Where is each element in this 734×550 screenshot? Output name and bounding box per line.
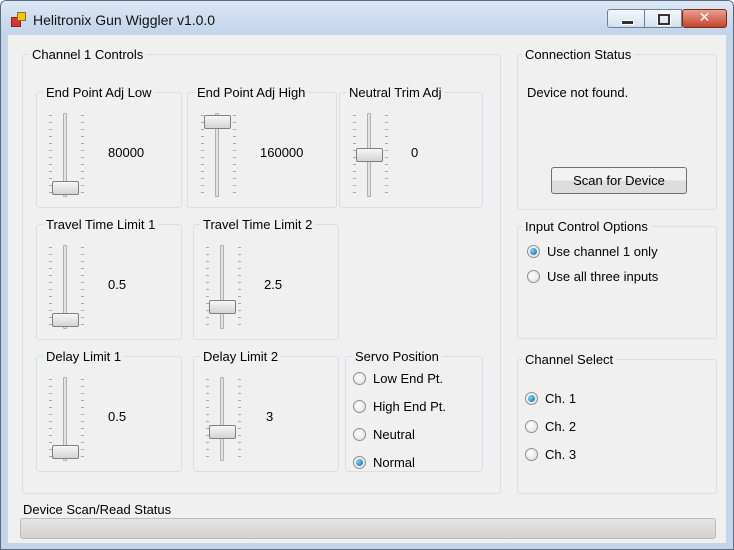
radio-label: Normal [373,455,415,470]
end-point-low-group: End Point Adj Low 80000 [36,85,182,208]
slider-value: 0.5 [108,277,127,292]
travel-time-2-group: Travel Time Limit 2 2.5 [193,217,339,340]
slider-label: Delay Limit 1 [43,349,125,364]
slider-value: 3 [266,409,274,424]
tick-marks [206,247,209,327]
connection-message: Device not found. [527,85,629,100]
delay-1-group: Delay Limit 1 0.5 [36,349,182,472]
radio-button[interactable] [353,372,366,385]
maximize-button[interactable] [644,9,682,28]
tick-marks [81,379,84,459]
slider-label: End Point Adj High [194,85,309,100]
slider-track[interactable] [220,245,224,329]
close-icon: ✕ [698,10,711,26]
radio-label: Low End Pt. [373,371,444,386]
slider-value: 2.5 [264,277,283,292]
scan-for-device-button[interactable]: Scan for Device [551,167,687,194]
slider-track[interactable] [220,377,224,461]
client-area: Channel 1 Controls End Point Adj Low 800… [8,35,726,543]
window-title: Helitronix Gun Wiggler v1.0.0 [33,12,216,28]
slider-value: 0 [411,145,419,160]
radio-button-selected[interactable] [527,245,540,258]
channel-select-group: Channel Select Ch. 1 Ch. 2 Ch. 3 [517,352,717,494]
radio-label: Ch. 2 [545,419,577,434]
radio-button[interactable] [353,428,366,441]
slider-value: 80000 [108,145,145,160]
scan-progress-bar [20,518,716,539]
group-title: Input Control Options [522,219,651,234]
minimize-icon [621,20,634,25]
tick-marks [238,247,241,327]
delay-2-group: Delay Limit 2 3 [193,349,339,472]
radio-button-selected[interactable] [525,392,538,405]
radio-button[interactable] [525,420,538,433]
radio-button[interactable] [353,400,366,413]
app-icon [11,12,26,27]
maximize-icon [657,13,671,26]
slider-value: 0.5 [108,409,127,424]
tick-marks [206,379,209,459]
radio-label: Ch. 3 [545,447,577,462]
status-label: Device Scan/Read Status [23,502,172,517]
slider-label: Travel Time Limit 2 [200,217,316,232]
travel-time-2-thumb[interactable] [209,299,236,314]
neutral-trim-group: Neutral Trim Adj 0 [339,85,483,208]
group-title: Channel Select [522,352,617,367]
tick-marks [233,115,236,195]
travel-time-1-group: Travel Time Limit 1 0.5 [36,217,182,340]
end-point-low-thumb[interactable] [52,181,79,195]
slider-label: Neutral Trim Adj [346,85,445,100]
end-point-high-group: End Point Adj High 160000 [187,85,337,208]
delay-2-thumb[interactable] [209,425,236,440]
title-bar[interactable]: Helitronix Gun Wiggler v1.0.0 ✕ [1,1,733,35]
slider-label: Delay Limit 2 [200,349,282,364]
radio-label: High End Pt. [373,399,446,414]
tick-marks [81,115,84,195]
radio-button[interactable] [525,448,538,461]
input-control-group: Input Control Options Use channel 1 only… [517,219,717,339]
delay-1-thumb[interactable] [52,445,79,459]
radio-button-selected[interactable] [353,456,366,469]
radio-label: Neutral [373,427,415,442]
neutral-trim-thumb[interactable] [356,148,383,162]
tick-marks [81,247,84,327]
radio-label: Ch. 1 [545,391,577,406]
travel-time-1-thumb[interactable] [52,313,79,327]
close-button[interactable]: ✕ [682,9,727,28]
group-title: Channel 1 Controls [29,47,147,62]
group-title: Servo Position [352,349,442,364]
slider-label: End Point Adj Low [43,85,155,100]
servo-position-group: Servo Position Low End Pt. High End Pt. … [345,349,483,472]
slider-label: Travel Time Limit 1 [43,217,159,232]
end-point-high-thumb[interactable] [204,115,231,129]
radio-button[interactable] [527,270,540,283]
tick-marks [238,379,241,459]
slider-value: 160000 [260,145,304,160]
tick-marks [385,115,388,195]
minimize-button[interactable] [607,9,645,28]
radio-label: Use channel 1 only [547,244,658,259]
main-window: Helitronix Gun Wiggler v1.0.0 ✕ Channel … [0,0,734,550]
group-title: Connection Status [522,47,635,62]
radio-label: Use all three inputs [547,269,659,284]
